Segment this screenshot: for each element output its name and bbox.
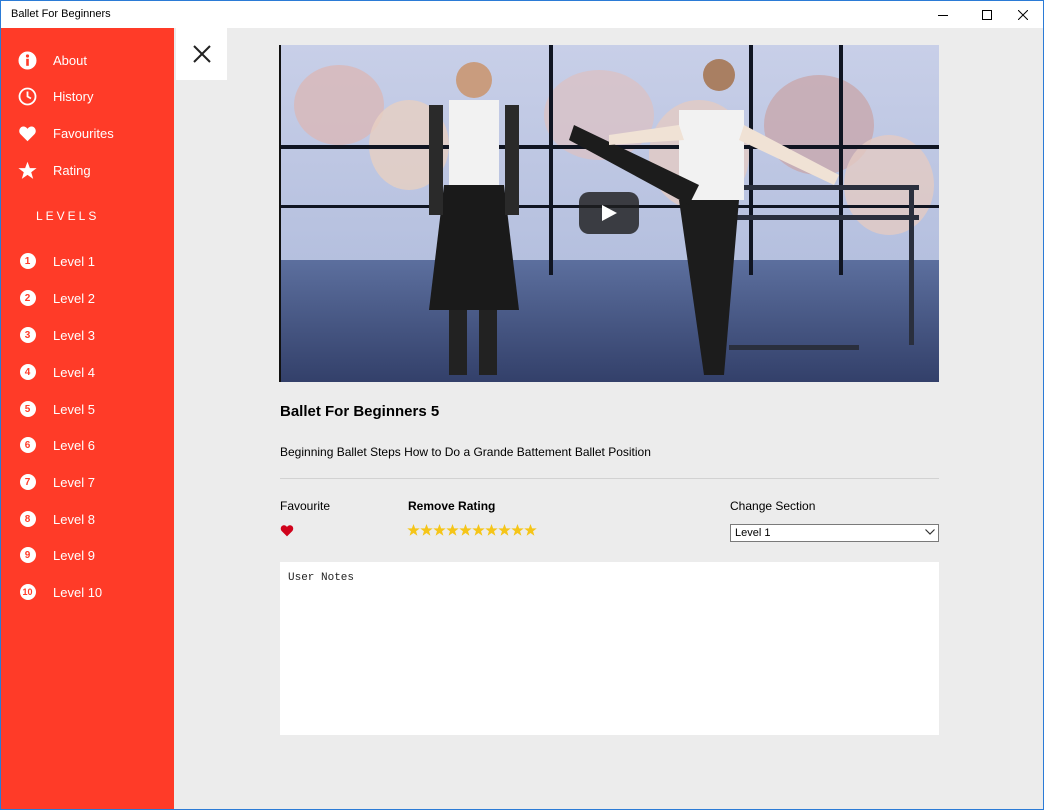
app-window: Ballet For Beginners About History Favou…: [0, 0, 1044, 810]
info-icon: [18, 51, 37, 70]
favourite-label: Favourite: [280, 499, 331, 513]
star-rating: [407, 523, 537, 539]
levels-header: LEVELS: [36, 209, 100, 223]
level-number: 2: [19, 290, 36, 306]
number-8-icon: 8: [18, 510, 37, 529]
level-number: 10: [19, 584, 36, 600]
window-close-button[interactable]: [1001, 1, 1043, 28]
window-title: Ballet For Beginners: [11, 8, 111, 20]
minimize-icon: [938, 14, 948, 16]
sidebar-item-label: Level 4: [53, 364, 95, 380]
sidebar-item-label: Level 1: [53, 253, 95, 269]
sidebar-item-label: Level 9: [53, 547, 95, 563]
sidebar-item-level-6[interactable]: 6 Level 6: [1, 430, 174, 460]
number-2-icon: 2: [18, 289, 37, 308]
star-icon[interactable]: [446, 523, 459, 537]
sidebar-item-about[interactable]: About: [1, 45, 174, 75]
play-icon: [602, 205, 617, 221]
sidebar-item-level-2[interactable]: 2 Level 2: [1, 283, 174, 313]
level-number: 4: [19, 364, 36, 380]
star-icon[interactable]: [472, 523, 485, 537]
remove-rating-button[interactable]: Remove Rating: [408, 499, 495, 513]
section-select-value: Level 1: [735, 527, 771, 539]
number-3-icon: 3: [18, 326, 37, 345]
video-player[interactable]: [279, 45, 939, 382]
video-description: Beginning Ballet Steps How to Do a Grand…: [280, 445, 651, 459]
sidebar-item-label: Level 3: [53, 327, 95, 343]
level-number: 5: [19, 401, 36, 417]
level-number: 9: [19, 547, 36, 563]
sidebar-item-level-9[interactable]: 9 Level 9: [1, 540, 174, 570]
title-bar: Ballet For Beginners: [1, 1, 1043, 28]
close-detail-button[interactable]: [176, 28, 227, 80]
star-icon[interactable]: [498, 523, 511, 537]
level-number: 8: [19, 511, 36, 527]
sidebar-item-level-1[interactable]: 1 Level 1: [1, 246, 174, 276]
sidebar-item-level-8[interactable]: 8 Level 8: [1, 504, 174, 534]
number-6-icon: 6: [18, 436, 37, 455]
sidebar-item-label: Level 2: [53, 290, 95, 306]
number-4-icon: 4: [18, 363, 37, 382]
number-10-icon: 10: [18, 583, 37, 602]
close-icon: [192, 45, 211, 63]
number-9-icon: 9: [18, 546, 37, 565]
sidebar-item-level-5[interactable]: 5 Level 5: [1, 394, 174, 424]
chevron-down-icon: [925, 529, 935, 535]
sidebar-item-label: Favourites: [53, 125, 114, 141]
sidebar-item-label: History: [53, 88, 94, 104]
maximize-icon: [982, 9, 992, 20]
sidebar-item-level-4[interactable]: 4 Level 4: [1, 357, 174, 387]
number-5-icon: 5: [18, 400, 37, 419]
sidebar-item-label: Level 6: [53, 437, 95, 453]
sidebar-item-label: Level 5: [53, 401, 95, 417]
minimize-button[interactable]: [921, 1, 965, 28]
level-number: 1: [19, 253, 36, 269]
change-section-label: Change Section: [730, 499, 816, 513]
sidebar-item-history[interactable]: History: [1, 81, 174, 111]
star-icon[interactable]: [433, 523, 446, 537]
sidebar-item-rating[interactable]: Rating: [1, 155, 174, 185]
sidebar-item-label: Rating: [53, 162, 91, 178]
star-icon: [18, 161, 37, 180]
number-7-icon: 7: [18, 473, 37, 492]
sidebar-item-level-3[interactable]: 3 Level 3: [1, 320, 174, 350]
sidebar-item-label: Level 7: [53, 474, 95, 490]
clock-icon: [18, 87, 37, 106]
star-icon[interactable]: [524, 523, 537, 537]
sidebar-item-label: Level 10: [53, 584, 103, 600]
star-icon[interactable]: [420, 523, 433, 537]
heart-icon: [18, 124, 37, 143]
video-title: Ballet For Beginners 5: [280, 403, 440, 420]
star-icon[interactable]: [407, 523, 420, 537]
level-number: 6: [19, 437, 36, 453]
level-number: 3: [19, 327, 36, 343]
sidebar-item-label: About: [53, 52, 87, 68]
sidebar-item-favourites[interactable]: Favourites: [1, 118, 174, 148]
sidebar: About History Favourites Rating LEVELS 1…: [1, 28, 174, 809]
sidebar-item-level-7[interactable]: 7 Level 7: [1, 467, 174, 497]
divider: [280, 478, 939, 479]
sidebar-item-label: Level 8: [53, 511, 95, 527]
star-icon[interactable]: [459, 523, 472, 537]
star-icon[interactable]: [485, 523, 498, 537]
favourite-heart-icon[interactable]: [280, 524, 294, 537]
user-notes-input[interactable]: [280, 562, 939, 735]
sidebar-item-level-10[interactable]: 10 Level 10: [1, 577, 174, 607]
play-button[interactable]: [579, 192, 639, 234]
close-icon: [1018, 9, 1028, 20]
number-1-icon: 1: [18, 252, 37, 271]
level-number: 7: [19, 474, 36, 490]
star-icon[interactable]: [511, 523, 524, 537]
section-select[interactable]: Level 1: [730, 524, 939, 542]
